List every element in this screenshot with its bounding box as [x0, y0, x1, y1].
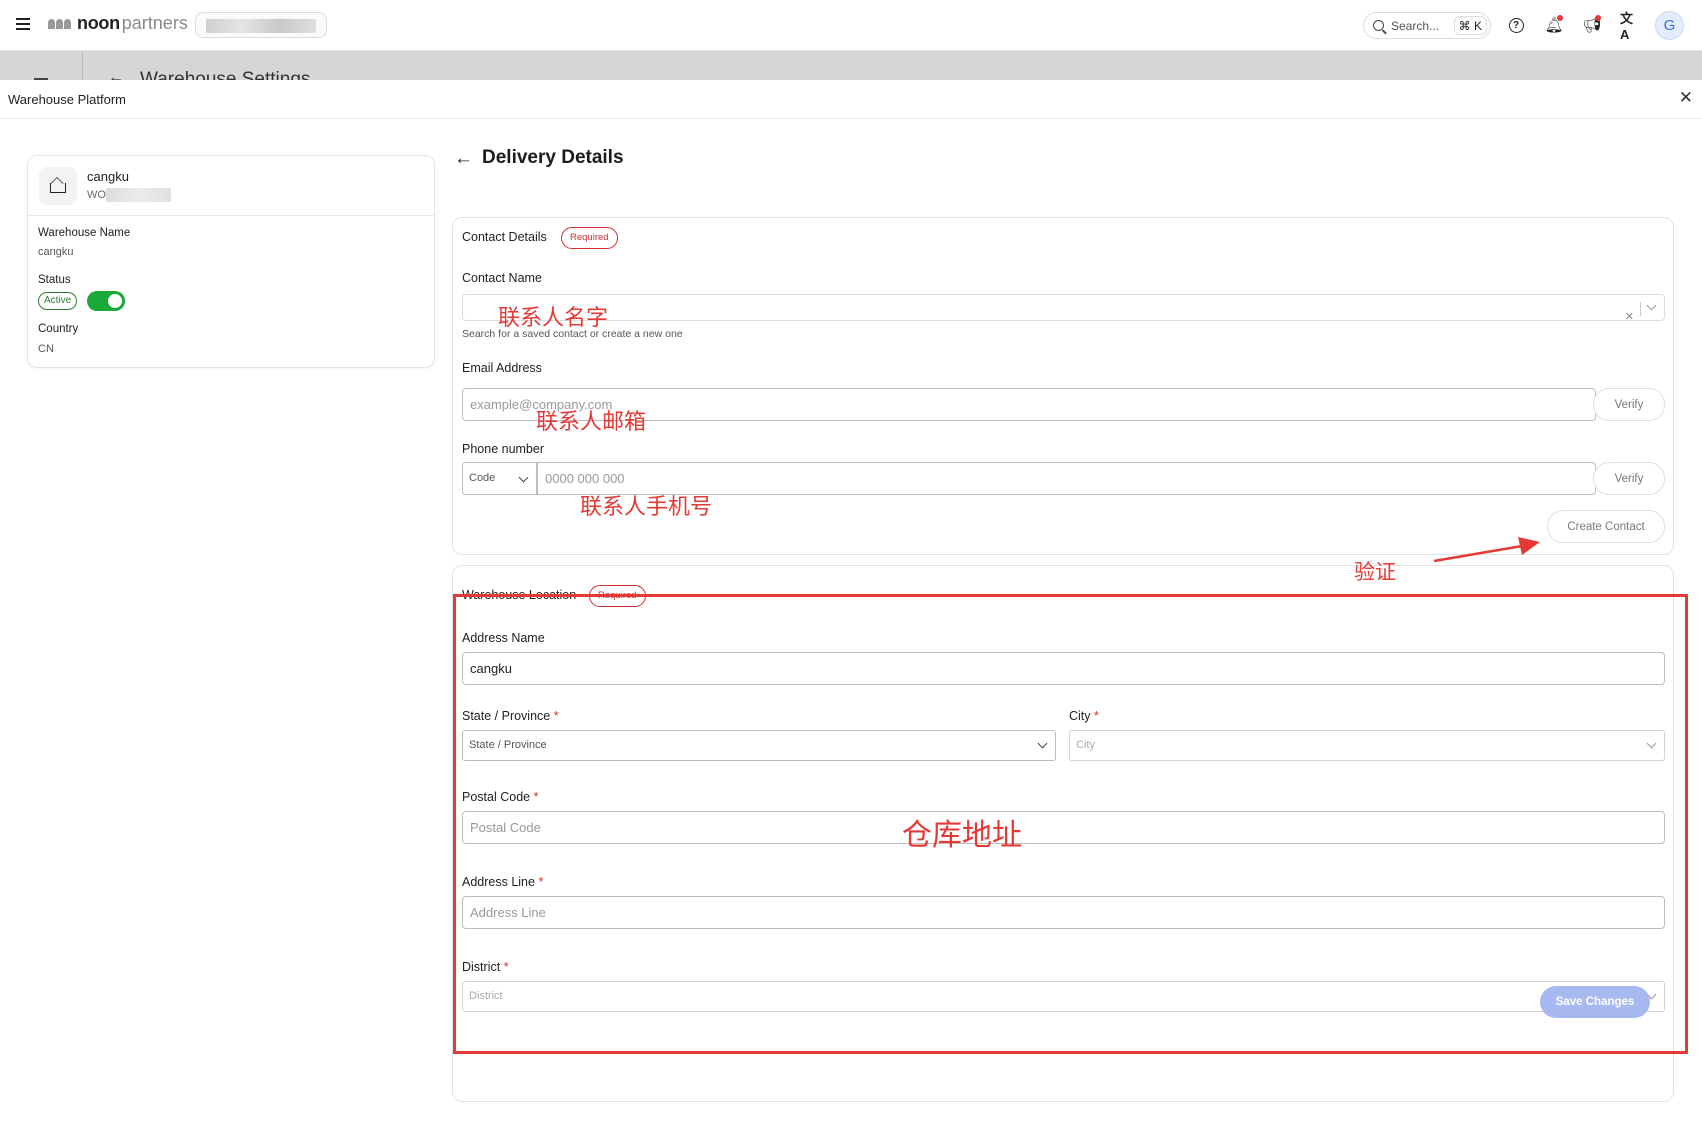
- back-arrow-icon[interactable]: ←: [454, 148, 473, 170]
- status-badge: Active: [38, 292, 78, 310]
- top-bar: noon partners Search... ⌘ K ? 🔔︎ 📢︎ 文A G: [0, 0, 1702, 51]
- phone-label: Phone number: [462, 442, 545, 456]
- status-label: Status: [38, 274, 71, 286]
- logo-noon-text: noon: [77, 13, 120, 33]
- help-icon: ?: [1508, 17, 1524, 33]
- status-toggle[interactable]: [87, 291, 125, 311]
- modal-title: Warehouse Platform: [8, 92, 127, 107]
- phone-code-placeholder: Code: [469, 472, 496, 484]
- warehouse-summary-card: cangku WO Warehouse Name cangku Status A…: [27, 155, 435, 368]
- search-shortcut: ⌘ K: [1453, 16, 1487, 35]
- warehouse-id: WO: [87, 189, 106, 201]
- noon-partners-logo[interactable]: noon partners: [48, 13, 188, 34]
- annotation-contact-phone: 联系人手机号: [580, 495, 713, 520]
- translate-icon: 文A: [1620, 11, 1634, 42]
- email-label: Email Address: [462, 361, 542, 375]
- chevron-down-icon[interactable]: [1646, 300, 1657, 311]
- warehouse-icon: [50, 179, 66, 193]
- annotation-contact-email: 联系人邮箱: [536, 410, 647, 435]
- annotation-arrow-icon: [1433, 537, 1540, 563]
- announcements-button[interactable]: 📢︎: [1581, 14, 1603, 36]
- page-title: Delivery Details: [482, 147, 624, 168]
- store-name-redacted: [206, 19, 316, 33]
- contact-name-label: Contact Name: [462, 271, 542, 285]
- user-avatar[interactable]: G: [1655, 11, 1684, 40]
- announcement-dot: [1595, 15, 1601, 21]
- backdrop-divider: [82, 51, 83, 80]
- annotation-verify: 验证: [1354, 560, 1396, 584]
- phone-verify-button[interactable]: Verify: [1593, 462, 1665, 495]
- hamburger-menu-icon[interactable]: [16, 18, 30, 30]
- backdrop-page-title: Warehouse Settings: [140, 69, 311, 80]
- page-backdrop: ← Warehouse Settings: [0, 51, 1702, 80]
- warehouse-name-label: Warehouse Name: [38, 227, 131, 239]
- store-selector[interactable]: [195, 12, 327, 38]
- email-verify-button[interactable]: Verify: [1593, 388, 1665, 421]
- modal-header: Warehouse Platform ✕: [0, 80, 1702, 119]
- combobox-separator: [1640, 302, 1641, 316]
- warehouse-title: cangku: [87, 169, 129, 184]
- global-search[interactable]: Search... ⌘ K: [1363, 12, 1491, 39]
- contact-name-combobox[interactable]: ✕: [462, 294, 1665, 323]
- warehouse-card-header: cangku WO: [28, 156, 434, 216]
- clear-icon[interactable]: ✕: [1625, 302, 1634, 333]
- search-icon: [1373, 20, 1384, 31]
- warehouse-icon-box: [39, 167, 77, 205]
- help-button[interactable]: ?: [1505, 14, 1527, 36]
- country-value: CN: [38, 343, 54, 355]
- notifications-button[interactable]: 🔔︎: [1543, 14, 1565, 36]
- annotation-contact-name: 联系人名字: [498, 306, 609, 331]
- logo-mark-icon: [48, 18, 71, 29]
- warehouse-id-redacted: [106, 188, 171, 202]
- language-button[interactable]: 文A: [1620, 11, 1642, 42]
- contact-section-title: Contact Details: [462, 230, 547, 244]
- logo-partners-text: partners: [121, 13, 188, 33]
- phone-code-select[interactable]: Code: [462, 462, 537, 495]
- create-contact-button[interactable]: Create Contact: [1547, 510, 1665, 543]
- annotation-highlight-frame: [453, 594, 1688, 1054]
- chevron-down-icon: [518, 472, 529, 483]
- notification-dot: [1557, 15, 1563, 21]
- backdrop-back-icon: ←: [108, 69, 124, 80]
- warehouse-name-value: cangku: [38, 246, 74, 258]
- contact-required-badge: Required: [561, 227, 618, 249]
- country-label: Country: [38, 323, 79, 335]
- close-icon[interactable]: ✕: [1679, 88, 1693, 108]
- search-placeholder: Search...: [1391, 18, 1440, 33]
